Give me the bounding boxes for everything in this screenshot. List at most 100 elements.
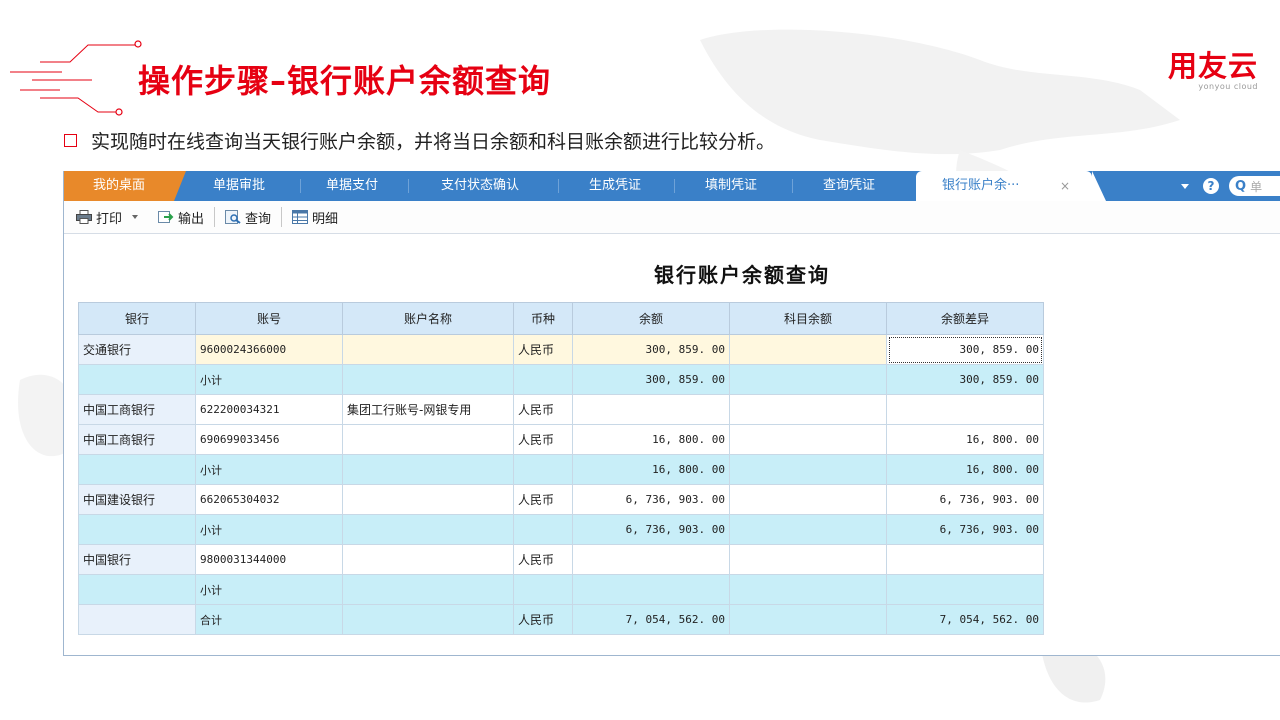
account-name-cell[interactable] <box>342 334 514 365</box>
tab-fill-voucher[interactable]: 填制凭证 <box>676 171 786 201</box>
difference-cell[interactable]: 300, 859. 00 <box>886 364 1044 395</box>
currency-cell[interactable]: 人民币 <box>513 334 573 365</box>
difference-cell[interactable]: 16, 800. 00 <box>886 454 1044 485</box>
account-cell[interactable]: 合计 <box>195 604 343 635</box>
subtotal-row[interactable]: 小计 <box>78 574 1044 605</box>
bank-cell[interactable]: 中国银行 <box>78 544 196 575</box>
subtotal-row[interactable]: 小计 16, 800. 00 16, 800. 00 <box>78 454 1044 485</box>
difference-cell[interactable]: 6, 736, 903. 00 <box>886 514 1044 545</box>
table-row[interactable]: 中国建设银行 662065304032 人民币 6, 736, 903. 00 6, 7… <box>78 484 1044 515</box>
account-cell[interactable]: 690699033456 <box>195 424 343 455</box>
subtotal-row[interactable]: 小计 300, 859. 00 300, 859. 00 <box>78 364 1044 395</box>
balance-cell[interactable]: 300, 859. 00 <box>572 334 730 365</box>
tab-my-desktop[interactable]: 我的桌面 <box>64 171 186 201</box>
bank-cell[interactable] <box>78 574 196 605</box>
account-name-cell[interactable] <box>342 604 514 635</box>
column-header[interactable]: 银行 <box>78 302 196 335</box>
currency-cell[interactable]: 人民币 <box>513 424 573 455</box>
tab-bank-balance-query[interactable]: 银行账户余··· × <box>916 171 1106 201</box>
table-row[interactable]: 中国工商银行 690699033456 人民币 16, 800. 00 16, 800.… <box>78 424 1044 455</box>
currency-cell[interactable] <box>513 364 573 395</box>
account-name-cell[interactable] <box>342 454 514 485</box>
difference-cell[interactable]: 7, 054, 562. 00 <box>886 604 1044 635</box>
balance-cell[interactable] <box>572 574 730 605</box>
total-row[interactable]: 合计 人民币 7, 054, 562. 00 7, 054, 562. 00 <box>78 604 1044 635</box>
balance-cell[interactable] <box>572 394 730 425</box>
bank-cell[interactable] <box>78 514 196 545</box>
bank-cell[interactable]: 中国建设银行 <box>78 484 196 515</box>
balance-cell[interactable]: 6, 736, 903. 00 <box>572 514 730 545</box>
table-row[interactable]: 交通银行 9600024366000 人民币 300, 859. 00 300, 859… <box>78 334 1044 365</box>
query-button[interactable]: 查询 <box>219 205 277 229</box>
currency-cell[interactable]: 人民币 <box>513 394 573 425</box>
difference-cell[interactable] <box>886 544 1044 575</box>
balance-cell[interactable]: 6, 736, 903. 00 <box>572 484 730 515</box>
ledger-balance-cell[interactable] <box>729 484 887 515</box>
bank-cell[interactable]: 中国工商银行 <box>78 424 196 455</box>
difference-cell[interactable]: 300, 859. 00 <box>886 334 1044 365</box>
currency-cell[interactable]: 人民币 <box>513 544 573 575</box>
column-header[interactable]: 余额 <box>572 302 730 335</box>
tab-payment-status-confirm[interactable]: 支付状态确认 <box>410 171 550 201</box>
ledger-balance-cell[interactable] <box>729 544 887 575</box>
search-input[interactable]: Q 单 <box>1229 176 1280 196</box>
currency-cell[interactable] <box>513 514 573 545</box>
column-header[interactable]: 账号 <box>195 302 343 335</box>
difference-cell[interactable] <box>886 394 1044 425</box>
bank-cell[interactable] <box>78 604 196 635</box>
account-cell[interactable]: 9800031344000 <box>195 544 343 575</box>
account-cell[interactable]: 662065304032 <box>195 484 343 515</box>
ledger-balance-cell[interactable] <box>729 574 887 605</box>
account-cell[interactable]: 小计 <box>195 574 343 605</box>
account-name-cell[interactable] <box>342 544 514 575</box>
tab-generate-voucher[interactable]: 生成凭证 <box>560 171 670 201</box>
balance-cell[interactable]: 7, 054, 562. 00 <box>572 604 730 635</box>
table-row[interactable]: 中国工商银行 622200034321 集团工行账号-网银专用 人民币 <box>78 394 1044 425</box>
chevron-down-icon[interactable] <box>132 215 139 219</box>
chevron-down-icon[interactable] <box>1181 183 1189 189</box>
difference-cell[interactable]: 16, 800. 00 <box>886 424 1044 455</box>
ledger-balance-cell[interactable] <box>729 364 887 395</box>
bank-cell[interactable]: 中国工商银行 <box>78 394 196 425</box>
bank-cell[interactable] <box>78 364 196 395</box>
close-icon[interactable]: × <box>1060 171 1070 201</box>
ledger-balance-cell[interactable] <box>729 454 887 485</box>
column-header[interactable]: 科目余额 <box>729 302 887 335</box>
account-cell[interactable]: 小计 <box>195 514 343 545</box>
balance-cell[interactable]: 16, 800. 00 <box>572 424 730 455</box>
account-cell[interactable]: 小计 <box>195 364 343 395</box>
account-name-cell[interactable] <box>342 514 514 545</box>
bank-cell[interactable] <box>78 454 196 485</box>
currency-cell[interactable] <box>513 454 573 485</box>
currency-cell[interactable] <box>513 574 573 605</box>
account-name-cell[interactable] <box>342 364 514 395</box>
difference-cell[interactable]: 6, 736, 903. 00 <box>886 484 1044 515</box>
ledger-balance-cell[interactable] <box>729 424 887 455</box>
help-icon[interactable]: ? <box>1203 178 1219 194</box>
table-row[interactable]: 中国银行 9800031344000 人民币 <box>78 544 1044 575</box>
account-name-cell[interactable] <box>342 424 514 455</box>
ledger-balance-cell[interactable] <box>729 394 887 425</box>
export-button[interactable]: 输出 <box>152 205 210 229</box>
subtotal-row[interactable]: 小计 6, 736, 903. 00 6, 736, 903. 00 <box>78 514 1044 545</box>
tab-document-approval[interactable]: 单据审批 <box>184 171 294 201</box>
balance-cell[interactable]: 300, 859. 00 <box>572 364 730 395</box>
detail-button[interactable]: 明细 <box>286 205 344 229</box>
balance-cell[interactable] <box>572 544 730 575</box>
tab-document-payment[interactable]: 单据支付 <box>302 171 402 201</box>
print-button[interactable]: 打印 <box>70 205 152 229</box>
column-header[interactable]: 账户名称 <box>342 302 514 335</box>
currency-cell[interactable]: 人民币 <box>513 484 573 515</box>
account-cell[interactable]: 小计 <box>195 454 343 485</box>
account-cell[interactable]: 9600024366000 <box>195 334 343 365</box>
account-cell[interactable]: 622200034321 <box>195 394 343 425</box>
difference-cell[interactable] <box>886 574 1044 605</box>
account-name-cell[interactable] <box>342 484 514 515</box>
account-name-cell[interactable]: 集团工行账号-网银专用 <box>342 394 514 425</box>
ledger-balance-cell[interactable] <box>729 514 887 545</box>
column-header[interactable]: 余额差异 <box>886 302 1044 335</box>
ledger-balance-cell[interactable] <box>729 334 887 365</box>
ledger-balance-cell[interactable] <box>729 604 887 635</box>
column-header[interactable]: 币种 <box>513 302 573 335</box>
bank-cell[interactable]: 交通银行 <box>78 334 196 365</box>
